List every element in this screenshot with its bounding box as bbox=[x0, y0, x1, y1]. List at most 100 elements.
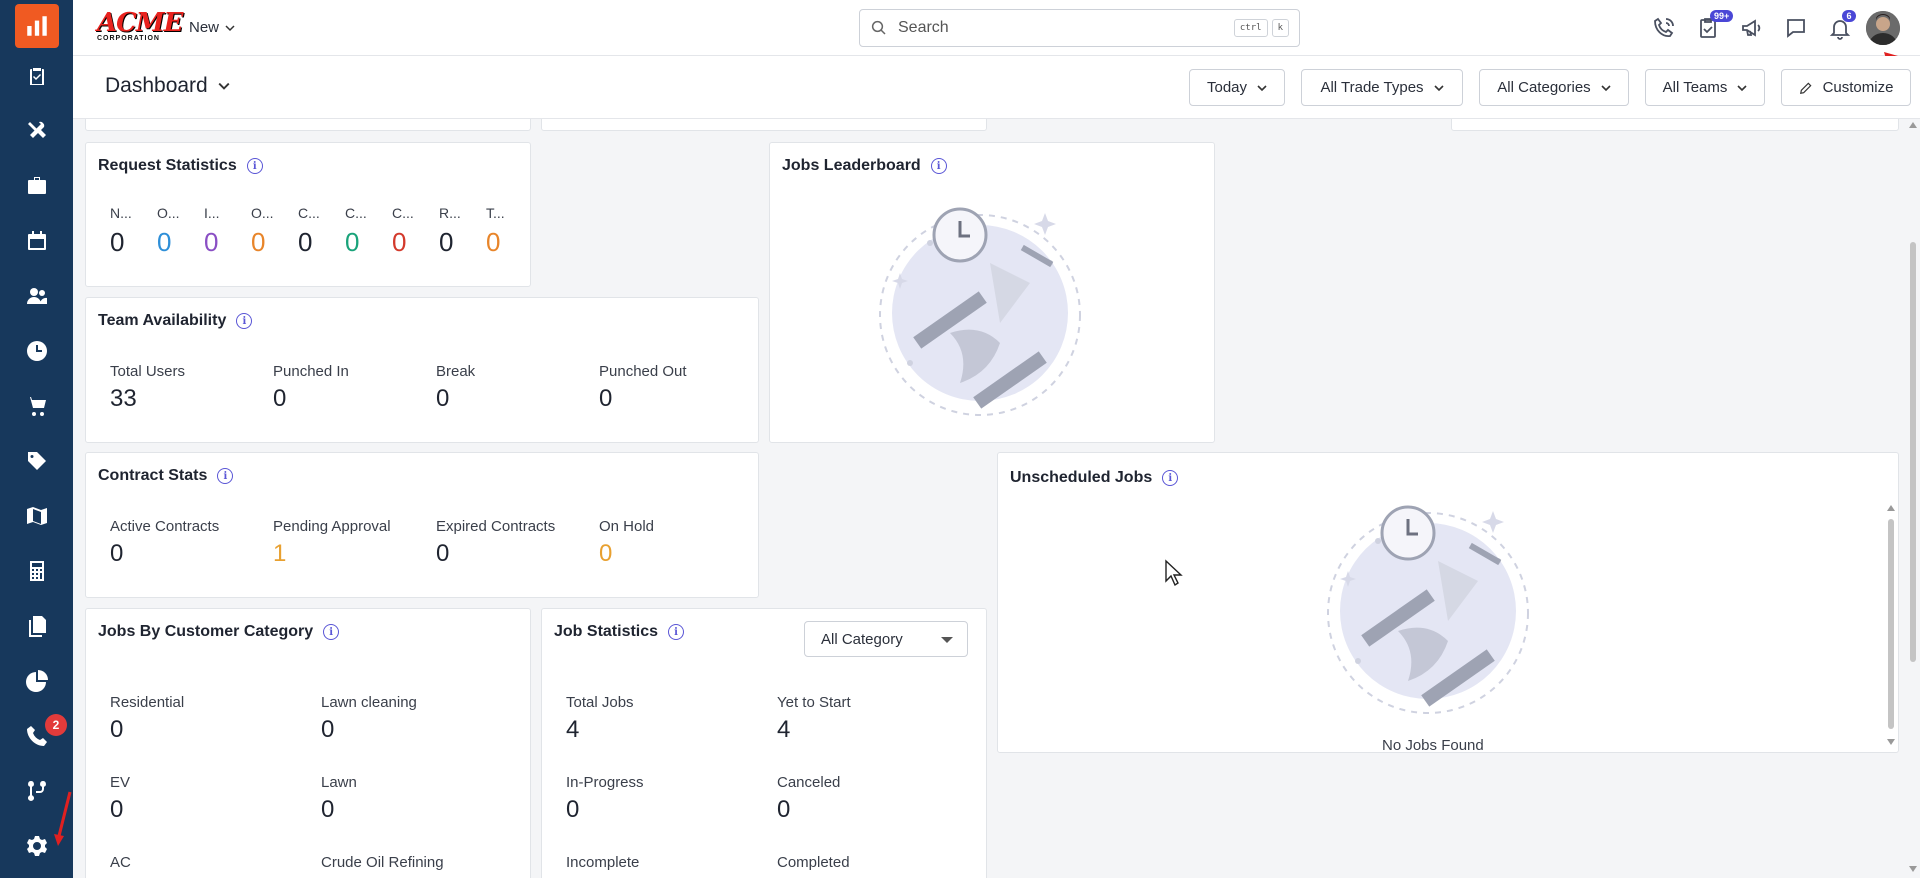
sidebar-item-documents[interactable] bbox=[0, 598, 73, 653]
info-icon[interactable]: i bbox=[323, 624, 340, 640]
stat-label: Yet to Start bbox=[777, 694, 851, 711]
request-stat-value: 0 bbox=[298, 227, 313, 257]
stat-value: 0 bbox=[110, 540, 124, 567]
widget-partial bbox=[1451, 119, 1899, 131]
request-stat-value: 0 bbox=[110, 227, 125, 257]
stat-label: Pending Approval bbox=[273, 518, 391, 535]
stat-label: Punched In bbox=[273, 363, 349, 380]
empty-state-text: No Jobs Found bbox=[1382, 737, 1484, 753]
stat-value: 0 bbox=[566, 796, 580, 823]
avatar[interactable] bbox=[1866, 11, 1900, 45]
request-stat-column[interactable]: C... 0 bbox=[298, 205, 332, 258]
request-stat-column[interactable]: C... 0 bbox=[392, 205, 426, 258]
sidebar-item-map[interactable] bbox=[0, 488, 73, 543]
teams-filter[interactable]: All Teams bbox=[1645, 69, 1765, 106]
sidebar-item-reports[interactable] bbox=[0, 653, 73, 708]
map-icon bbox=[26, 506, 47, 525]
contract-stats-title: Contract Stats bbox=[98, 467, 208, 484]
notifications-badge: 6 bbox=[1842, 10, 1856, 22]
phone-button[interactable] bbox=[1642, 6, 1686, 50]
page-scrollbar[interactable] bbox=[1908, 122, 1918, 872]
stat-label: Canceled bbox=[777, 774, 841, 791]
sidebar-item-tools[interactable] bbox=[0, 103, 73, 158]
stat-label: Lawn cleaning bbox=[321, 694, 417, 711]
new-button[interactable]: New bbox=[189, 19, 235, 36]
sidebar-item-pricing[interactable] bbox=[0, 433, 73, 488]
stat-label: Active Contracts bbox=[110, 518, 220, 535]
kbd-ctrl: ctrl bbox=[1233, 19, 1268, 37]
info-icon[interactable]: i bbox=[236, 313, 253, 329]
dashboard-selector[interactable]: Dashboard bbox=[105, 74, 230, 98]
sidebar-item-jobs[interactable] bbox=[0, 158, 73, 213]
sidebar-item-calendar[interactable] bbox=[0, 213, 73, 268]
category-select-value: All Category bbox=[821, 630, 903, 648]
pencil-icon bbox=[1799, 82, 1812, 94]
user-avatar-icon bbox=[1866, 11, 1900, 45]
info-icon[interactable]: i bbox=[246, 158, 263, 174]
logo-icon[interactable] bbox=[14, 4, 59, 48]
request-stat-column[interactable]: R... 0 bbox=[439, 205, 473, 258]
tools-icon bbox=[27, 121, 46, 138]
chevron-down-icon bbox=[1737, 84, 1747, 91]
categories-filter[interactable]: All Categories bbox=[1479, 69, 1629, 106]
sidebar-item-clipboard[interactable] bbox=[0, 48, 73, 103]
request-stat-label: N... bbox=[110, 205, 132, 221]
users-icon bbox=[26, 287, 47, 304]
dashboard-header: Dashboard Today All Trade Types All Cate… bbox=[73, 56, 1920, 119]
sidebar-item-timesheet[interactable] bbox=[0, 323, 73, 378]
new-label: New bbox=[189, 19, 220, 36]
top-bar: ACME CORPORATION New ctrl k 99+ 6 bbox=[73, 0, 1920, 82]
widget-partial bbox=[541, 119, 987, 131]
kbd-k: k bbox=[1271, 19, 1289, 37]
tasks-button[interactable]: 99+ bbox=[1686, 6, 1734, 50]
info-icon[interactable]: i bbox=[930, 158, 947, 174]
request-stat-column[interactable]: T... 0 bbox=[486, 205, 520, 258]
category-select[interactable]: All Category bbox=[804, 621, 968, 657]
sidebar-item-calls[interactable]: 2 bbox=[0, 708, 73, 763]
stat-label: Punched Out bbox=[599, 363, 687, 380]
chevron-down-icon bbox=[1433, 84, 1444, 91]
widget-partial bbox=[85, 119, 531, 131]
briefcase-icon bbox=[27, 176, 46, 194]
chat-button[interactable] bbox=[1774, 6, 1818, 50]
stat-value: 0 bbox=[110, 716, 124, 743]
clock-icon bbox=[26, 340, 47, 361]
pie-chart-icon bbox=[25, 669, 48, 692]
brand-logo[interactable]: ACME CORPORATION bbox=[97, 10, 183, 45]
info-icon[interactable]: i bbox=[1162, 470, 1179, 486]
megaphone-icon bbox=[1742, 19, 1761, 37]
sidebar-item-estimates[interactable] bbox=[0, 543, 73, 598]
request-stat-column[interactable]: N... 0 bbox=[110, 205, 144, 258]
sidebar-item-customers[interactable] bbox=[0, 268, 73, 323]
card-scrollbar[interactable] bbox=[1887, 505, 1895, 745]
settings-icon bbox=[26, 835, 47, 856]
search-input[interactable] bbox=[898, 19, 1230, 37]
request-stat-column[interactable]: O... 0 bbox=[157, 205, 191, 258]
mouse-cursor-icon bbox=[1165, 559, 1183, 587]
stat-value: 1 bbox=[273, 540, 287, 567]
stat-value: 4 bbox=[566, 716, 580, 743]
notifications-button[interactable]: 6 bbox=[1818, 6, 1862, 50]
sidebar-item-store[interactable] bbox=[0, 378, 73, 433]
request-stat-column[interactable]: O... 0 bbox=[251, 205, 285, 258]
info-icon[interactable]: i bbox=[668, 624, 685, 640]
unscheduled-jobs-title: Unscheduled Jobs bbox=[1010, 469, 1153, 486]
stat-value: 0 bbox=[436, 540, 450, 567]
job-statistics-card: Job Statistics i All Category Total Jobs 4… bbox=[541, 608, 987, 878]
customize-button[interactable]: Customize bbox=[1781, 69, 1911, 106]
request-stat-label: C... bbox=[298, 205, 320, 221]
request-statistics-card: Request Statistics i N... 0 O... 0 I... 0 O... 0… bbox=[85, 142, 531, 287]
stat-value: 33 bbox=[110, 385, 137, 412]
announcements-button[interactable] bbox=[1730, 6, 1774, 50]
date-filter[interactable]: Today bbox=[1189, 69, 1285, 106]
top-icons: 99+ 6 bbox=[1642, 0, 1920, 56]
stat-label: On Hold bbox=[599, 518, 655, 535]
info-icon[interactable]: i bbox=[217, 468, 234, 484]
request-stat-column[interactable]: C... 0 bbox=[345, 205, 379, 258]
request-stat-column[interactable]: I... 0 bbox=[204, 205, 238, 258]
trade-types-filter[interactable]: All Trade Types bbox=[1301, 69, 1463, 106]
search-bar[interactable]: ctrl k bbox=[859, 9, 1300, 47]
job-statistics-title: Job Statistics bbox=[554, 623, 659, 640]
stat-label: AC bbox=[110, 854, 131, 871]
cart-icon bbox=[26, 396, 46, 416]
